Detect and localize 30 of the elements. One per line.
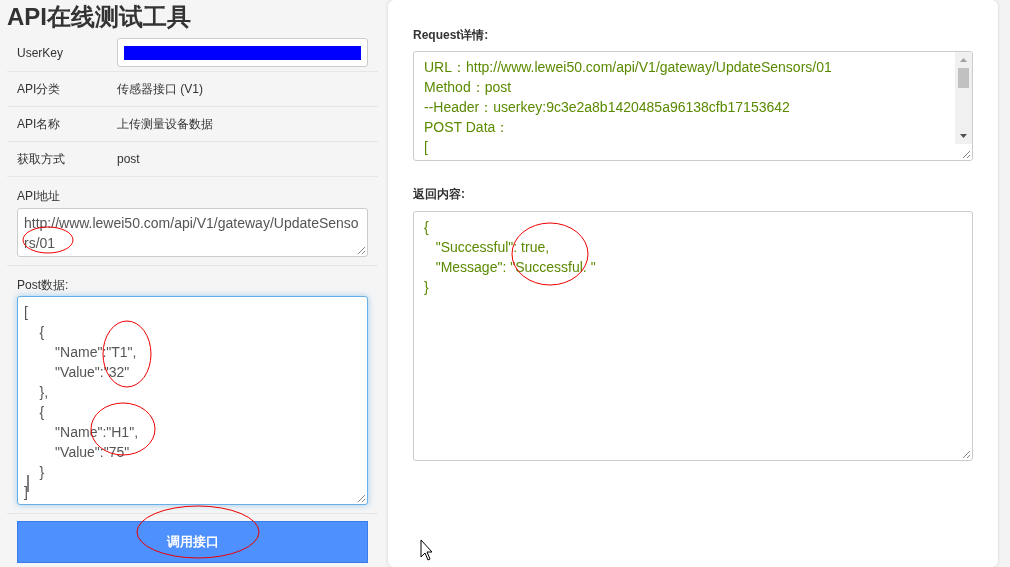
- scrollbar[interactable]: [955, 52, 972, 144]
- field-label: 获取方式: [17, 151, 66, 168]
- field-label: API名称: [17, 116, 62, 133]
- code-line: --Header：userkey:9c3e2a8b1420485a96138cfb17153642: [424, 98, 791, 117]
- field-label: Post数据:: [17, 277, 70, 294]
- field-label: API地址: [17, 188, 62, 205]
- resize-grip-icon[interactable]: [962, 450, 970, 458]
- userkey-field[interactable]: [117, 38, 368, 67]
- section-label: 返回内容:: [413, 186, 466, 203]
- field-label: UserKey: [17, 44, 64, 62]
- code-line: {: [424, 218, 430, 237]
- code-line: [: [424, 138, 429, 157]
- code-line: URL：http://www.lewei50.com/api/V1/gateway/UpdateSensors/01: [424, 58, 833, 77]
- resize-grip-icon[interactable]: [962, 150, 970, 158]
- mouse-cursor-icon: [420, 539, 433, 561]
- text-caret: [27, 474, 29, 493]
- code-line: Method：post: [424, 78, 513, 97]
- code-line: POST Data：: [424, 118, 511, 137]
- field-label: API分类: [17, 81, 62, 98]
- resize-grip-icon[interactable]: [357, 494, 365, 502]
- field-value: 上传测量设备数据: [117, 116, 213, 133]
- page-title: API在线测试工具: [7, 2, 192, 32]
- code-line: }: [424, 278, 430, 297]
- resize-grip-icon[interactable]: [357, 246, 365, 254]
- code-line: "Message": "Successful. ": [434, 258, 597, 277]
- field-value: post: [117, 151, 140, 168]
- code-line: "Successful": true,: [434, 238, 551, 257]
- section-label: Request详情:: [413, 27, 490, 44]
- field-value: 传感器接口 (V1): [117, 81, 203, 98]
- api-address-field[interactable]: http://www.lewei50.com/api/V1/gateway/UpdateSensors/01: [17, 208, 368, 257]
